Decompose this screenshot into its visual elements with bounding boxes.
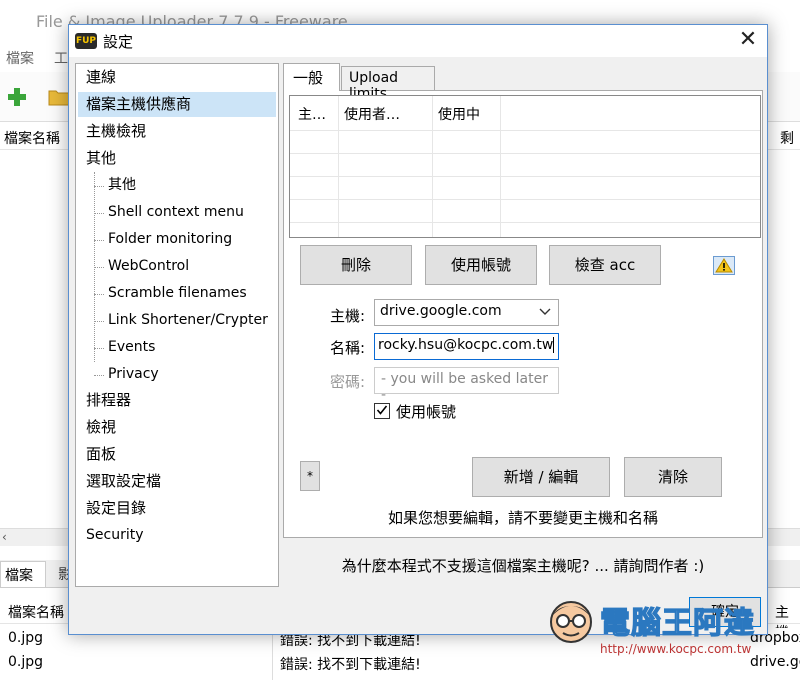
tree-item-settings-directory[interactable]: 設定目錄 — [78, 496, 146, 521]
star-button[interactable]: * — [300, 461, 320, 491]
edit-hint-text: 如果您想要編輯，請不要變更主機和名稱 — [387, 509, 658, 527]
log-row-host: drive.go — [750, 654, 800, 670]
tree-connector — [94, 321, 104, 322]
unsupported-host-link[interactable]: 為什麼本程式不支援這個檔案主機呢? ... 請詢問作者 :) — [283, 555, 763, 576]
tree-item-webcontrol[interactable]: WebControl — [108, 254, 189, 279]
table-row-divider — [290, 199, 760, 200]
watermark-title: 電腦王阿達 — [599, 605, 755, 641]
add-icon[interactable] — [6, 86, 28, 108]
name-input-value: rocky.hsu@kocpc.com.tw — [378, 337, 554, 353]
tree-item-folder-monitoring[interactable]: Folder monitoring — [108, 227, 232, 252]
tree-item-other-sub[interactable]: 其他 — [108, 173, 136, 198]
scroll-left-icon[interactable]: ‹ — [2, 530, 7, 544]
table-row-divider — [290, 153, 760, 154]
tree-item-events[interactable]: Events — [108, 335, 155, 360]
chevron-down-icon — [539, 308, 551, 315]
host-label: 主機: — [329, 307, 365, 325]
tree-item-privacy[interactable]: Privacy — [108, 362, 159, 387]
log-row-message: 錯誤: 找不到下載連結! — [280, 657, 421, 673]
tree-connector — [94, 186, 104, 187]
dialog-titlebar — [69, 25, 767, 57]
folder-icon[interactable] — [48, 86, 70, 108]
settings-tree[interactable]: 連線 檔案主機供應商 主機檢視 其他 其他 Shell context menu… — [75, 63, 279, 587]
tree-connector — [94, 240, 104, 241]
watermark-mascot-icon — [550, 601, 592, 643]
watermark-url: http://www.kocpc.com.tw — [600, 642, 752, 656]
log-column-filename[interactable]: 檔案名稱 — [8, 602, 64, 622]
table-row-divider — [290, 130, 760, 131]
tree-item-file-hosts[interactable]: 檔案主機供應商 — [78, 92, 276, 117]
password-input[interactable]: - you will be asked later - — [374, 367, 559, 403]
tree-item-select-profile[interactable]: 選取設定檔 — [78, 469, 161, 494]
tree-connector — [94, 348, 104, 349]
tree-item-scramble-filenames[interactable]: Scramble filenames — [108, 281, 247, 306]
tree-item-shell-context-menu[interactable]: Shell context menu — [108, 200, 244, 225]
checkmark-icon — [376, 405, 388, 415]
table-column-divider — [338, 96, 339, 237]
tree-connector — [94, 375, 104, 376]
tree-item-panel[interactable]: 面板 — [78, 442, 116, 467]
warning-icon[interactable] — [713, 256, 735, 275]
tree-item-view[interactable]: 檢視 — [78, 415, 116, 440]
delete-button[interactable]: 刪除 — [300, 245, 412, 285]
column-header-username[interactable]: 使用者… — [344, 104, 400, 124]
column-filename[interactable]: 檔案名稱 — [4, 128, 60, 148]
dialog-title: 設定 — [103, 33, 134, 51]
menu-tools[interactable]: 工 — [54, 48, 68, 68]
tree-connector — [94, 294, 104, 295]
tree-connector — [94, 213, 104, 214]
password-label: 密碼: — [329, 373, 365, 391]
table-row-divider — [290, 176, 760, 177]
tab-general[interactable]: 一般 — [283, 63, 340, 91]
host-select[interactable]: drive.google.com — [374, 299, 559, 326]
tree-item-link-shortener[interactable]: Link Shortener/Crypter — [108, 308, 268, 333]
tab-files[interactable]: 檔案 — [0, 561, 46, 587]
log-row-file: 0.jpg — [8, 654, 44, 670]
column-remaining[interactable]: 剩 — [780, 128, 794, 148]
close-button[interactable]: ✕ — [731, 27, 765, 55]
text-caret — [553, 337, 555, 353]
clear-button[interactable]: 清除 — [624, 457, 722, 497]
table-column-divider — [500, 96, 501, 237]
tree-item-other[interactable]: 其他 — [78, 146, 276, 171]
use-account-button[interactable]: 使用帳號 — [425, 245, 537, 285]
tree-item-scheduler[interactable]: 排程器 — [78, 388, 131, 413]
log-row-file: 0.jpg — [8, 630, 44, 646]
add-edit-button[interactable]: 新增 / 編輯 — [472, 457, 610, 497]
use-account-label[interactable]: 使用帳號 — [396, 401, 456, 422]
table-row-divider — [290, 222, 760, 223]
tree-item-connection[interactable]: 連線 — [78, 65, 276, 90]
check-account-button[interactable]: 檢查 acc — [549, 245, 661, 285]
tab-upload-limits[interactable]: Upload limits — [341, 66, 435, 102]
table-column-divider — [432, 96, 433, 237]
tree-item-security[interactable]: Security — [78, 523, 144, 548]
tree-item-host-view[interactable]: 主機檢視 — [78, 119, 276, 144]
column-header-in-use[interactable]: 使用中 — [438, 104, 480, 124]
menu-file[interactable]: 檔案 — [6, 48, 34, 68]
accounts-table[interactable]: 主… 使用者… 使用中 — [289, 95, 761, 238]
app-logo: FUP — [75, 33, 97, 49]
column-header-host[interactable]: 主… — [298, 104, 326, 124]
name-input[interactable]: rocky.hsu@kocpc.com.tw — [374, 333, 559, 360]
settings-dialog: FUP 設定 ✕ 連線 檔案主機供應商 主機檢視 其他 其他 Shell con… — [68, 24, 768, 635]
tree-connector — [94, 267, 104, 268]
name-label: 名稱: — [329, 339, 365, 357]
